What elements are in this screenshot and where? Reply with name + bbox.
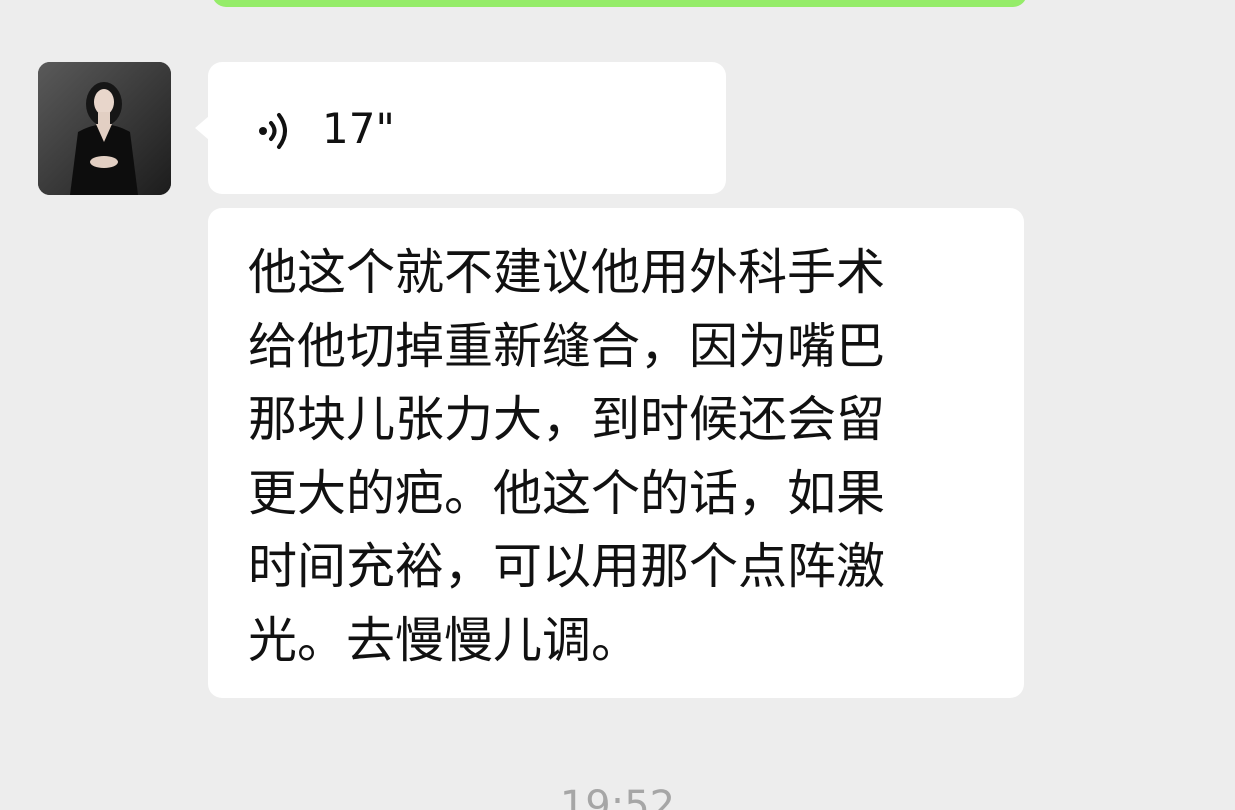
message-text-line: 时间充裕，可以用那个点阵激	[248, 538, 886, 595]
voice-duration: 17"	[322, 104, 395, 153]
message-text-line: 光。去慢慢儿调。	[248, 611, 641, 669]
voice-wave-icon	[259, 113, 287, 149]
message-text-line: 更大的疤。他这个的话，如果	[248, 464, 886, 522]
message-text-line: 他这个就不建议他用外科手术	[248, 244, 886, 301]
contact-avatar[interactable]	[38, 62, 171, 195]
previous-outgoing-message-bubble[interactable]	[212, 0, 1027, 7]
message-text-line: 给他切掉重新缝合，因为嘴巴	[248, 317, 886, 375]
avatar-portrait-image	[38, 62, 171, 195]
chat-view: 17" 他这个就不建议他用外科手术 给他切掉重新缝合，因为嘴巴 那块儿张力大，到…	[0, 0, 1235, 810]
message-text: 他这个就不建议他用外科手术 给他切掉重新缝合，因为嘴巴 那块儿张力大，到时候还会…	[248, 236, 988, 677]
message-timestamp: 19:52	[559, 783, 676, 810]
message-text-line: 那块儿张力大，到时候还会留	[248, 391, 886, 448]
